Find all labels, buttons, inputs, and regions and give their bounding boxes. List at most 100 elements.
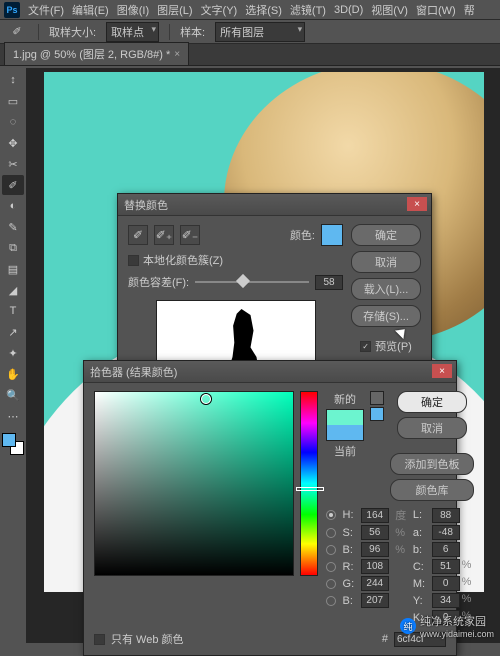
field-brgb[interactable]: 207 (361, 593, 389, 608)
tool-marquee[interactable]: ▭ (2, 91, 24, 111)
menu-3d[interactable]: 3D(D) (334, 4, 363, 16)
color-label: 颜色: (290, 227, 315, 243)
radio-g[interactable] (326, 579, 336, 589)
sample-size-dropdown[interactable]: 取样点 (106, 22, 159, 42)
replace-color-title: 替换颜色 (124, 197, 168, 213)
document-tab-title: 1.jpg @ 50% (图层 2, RGB/8#) * (13, 46, 170, 62)
menu-window[interactable]: 窗口(W) (416, 2, 456, 18)
field-a[interactable]: -48 (432, 525, 460, 540)
preview-label: 预览(P) (375, 338, 412, 354)
eyedropper-plus-icon[interactable]: ✐₊ (154, 225, 174, 245)
menu-help[interactable]: 帮 (464, 2, 475, 18)
picker-cancel-button[interactable]: 取消 (397, 417, 467, 439)
field-s[interactable]: 56 (361, 525, 389, 540)
field-h[interactable]: 164 (361, 508, 389, 523)
new-color-label: 新的 (334, 391, 356, 407)
current-color-label: 当前 (334, 443, 356, 459)
tool-type[interactable]: T (2, 301, 24, 321)
new-color-swatch (327, 410, 363, 425)
hue-slider[interactable] (300, 391, 318, 576)
document-tab-bar: 1.jpg @ 50% (图层 2, RGB/8#) * × (0, 44, 500, 66)
color-swatches[interactable] (2, 433, 24, 455)
source-color-swatch[interactable] (321, 224, 343, 246)
color-libraries-button[interactable]: 颜色库 (390, 479, 474, 501)
tool-crop[interactable]: ✂ (2, 154, 24, 174)
field-y[interactable]: 34 (432, 593, 460, 608)
load-button[interactable]: 载入(L)... (351, 278, 421, 300)
menu-layer[interactable]: 图层(L) (157, 2, 192, 18)
color-preview-block[interactable] (326, 409, 364, 441)
tool-zoom[interactable]: 🔍 (2, 385, 24, 405)
replace-color-dialog: 替换颜色 × ✐ ✐₊ ✐₋ 颜色: 本地化颜色簇(Z) 颜色容差(F): (117, 193, 432, 386)
label-s: S: (343, 527, 357, 539)
replace-color-close-button[interactable]: × (407, 197, 427, 211)
label-g: G: (343, 578, 357, 590)
tool-lasso[interactable]: ◌ (2, 112, 24, 132)
field-c[interactable]: 51 (432, 559, 460, 574)
tool-clone[interactable]: ⧉ (2, 238, 24, 258)
field-l[interactable]: 88 (432, 508, 460, 523)
foreground-color-swatch[interactable] (2, 433, 16, 447)
sample-layers-dropdown[interactable]: 所有图层 (215, 22, 305, 42)
document-tab[interactable]: 1.jpg @ 50% (图层 2, RGB/8#) * × (4, 42, 189, 65)
preview-checkbox[interactable]: ✓ (360, 341, 371, 352)
save-button[interactable]: 存储(S)... (351, 305, 421, 327)
options-bar: ✐ 取样大小: 取样点 样本: 所有图层 (0, 20, 500, 44)
watermark-brand: 纯净系统家园 (420, 613, 494, 629)
radio-h[interactable] (326, 510, 336, 520)
fuzziness-slider[interactable] (195, 275, 309, 289)
eyedropper-minus-icon[interactable]: ✐₋ (180, 225, 200, 245)
localized-checkbox[interactable] (128, 255, 139, 266)
replace-color-titlebar[interactable]: 替换颜色 × (118, 194, 431, 216)
menu-file[interactable]: 文件(F) (28, 2, 64, 18)
add-swatch-button[interactable]: 添加到色板 (390, 453, 474, 475)
warning-gamut-icon[interactable] (370, 391, 384, 405)
tool-wand[interactable]: ✥ (2, 133, 24, 153)
fuzziness-value[interactable]: 58 (315, 275, 343, 290)
tool-shape[interactable]: ✦ (2, 343, 24, 363)
radio-b[interactable] (326, 545, 336, 555)
field-g[interactable]: 244 (361, 576, 389, 591)
field-m[interactable]: 0 (432, 576, 460, 591)
sample-size-label: 取样大小: (49, 24, 96, 40)
picker-ok-button[interactable]: 确定 (397, 391, 467, 413)
eyedropper-row: ✐ ✐₊ ✐₋ 颜色: (128, 224, 343, 246)
tool-pen[interactable]: ↗ (2, 322, 24, 342)
tool-eyedropper[interactable]: ✐ (2, 175, 24, 195)
tool-brush[interactable]: ✎ (2, 217, 24, 237)
menu-filter[interactable]: 滤镜(T) (290, 2, 326, 18)
sv-field[interactable] (94, 391, 294, 576)
label-c: C: (413, 561, 428, 573)
tool-eraser[interactable]: ▤ (2, 259, 24, 279)
tool-hand[interactable]: ✋ (2, 364, 24, 384)
warning-websafe-icon[interactable] (370, 407, 384, 421)
tool-move[interactable]: ↕ (2, 70, 24, 90)
menu-view[interactable]: 视图(V) (371, 2, 408, 18)
radio-bb[interactable] (326, 596, 336, 606)
radio-s[interactable] (326, 528, 336, 538)
tool-heal[interactable]: ◐ (2, 196, 24, 216)
watermark-logo-icon: 纯 (400, 618, 416, 634)
watermark-url: www.yidaimei.com (420, 629, 494, 639)
localized-label: 本地化颜色簇(Z) (143, 252, 223, 268)
field-blab[interactable]: 6 (432, 542, 460, 557)
label-y: Y: (413, 595, 428, 607)
menu-image[interactable]: 图像(I) (117, 2, 149, 18)
menu-type[interactable]: 文字(Y) (201, 2, 238, 18)
menu-edit[interactable]: 编辑(E) (72, 2, 109, 18)
color-picker-titlebar[interactable]: 拾色器 (结果颜色) × (84, 361, 456, 383)
eyedropper-icon[interactable]: ✐ (128, 225, 148, 245)
color-picker-close-button[interactable]: × (432, 364, 452, 378)
field-r[interactable]: 108 (361, 559, 389, 574)
close-tab-icon[interactable]: × (174, 49, 180, 60)
cancel-button[interactable]: 取消 (351, 251, 421, 273)
tool-palette: ↕ ▭ ◌ ✥ ✂ ✐ ◐ ✎ ⧉ ▤ ◢ T ↗ ✦ ✋ 🔍 ⋯ (0, 68, 26, 457)
tool-gradient[interactable]: ◢ (2, 280, 24, 300)
eyedropper-tool-icon[interactable]: ✐ (6, 22, 28, 42)
menu-select[interactable]: 选择(S) (245, 2, 282, 18)
menu-bar: Ps 文件(F) 编辑(E) 图像(I) 图层(L) 文字(Y) 选择(S) 滤… (0, 0, 500, 20)
ok-button[interactable]: 确定 (351, 224, 421, 246)
tool-more[interactable]: ⋯ (2, 406, 24, 426)
radio-r[interactable] (326, 562, 336, 572)
field-bhsb[interactable]: 96 (361, 542, 389, 557)
